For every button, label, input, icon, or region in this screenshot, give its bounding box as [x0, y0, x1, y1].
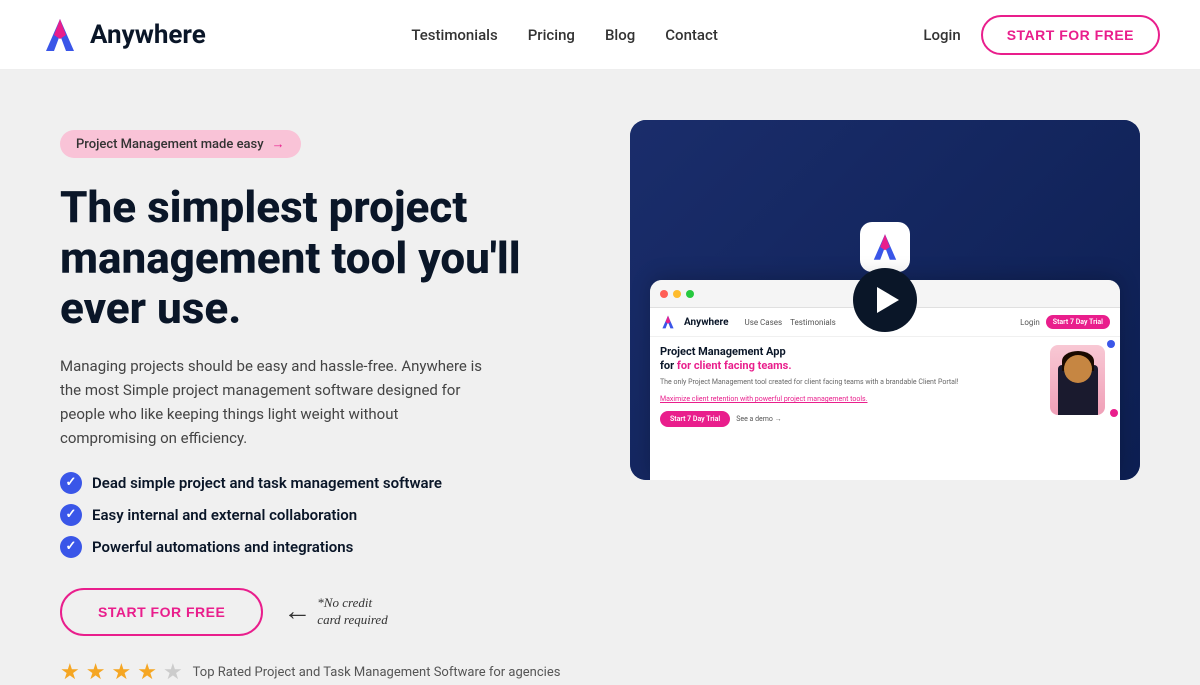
screenshot-logo-icon	[660, 314, 676, 330]
play-button[interactable]	[853, 268, 917, 332]
check-icon-1	[60, 472, 82, 494]
screenshot-content-left: Project Management App for for client fa…	[660, 345, 1040, 427]
badge-arrow: →	[272, 136, 285, 152]
features-list: Dead simple project and task management …	[60, 472, 570, 558]
header-right: Login START FOR FREE	[923, 15, 1160, 55]
badge-text: Project Management made easy	[76, 137, 264, 152]
nav-testimonials[interactable]: Testimonials	[411, 26, 497, 44]
screenshot-login: Login	[1020, 318, 1040, 327]
check-icon-3	[60, 536, 82, 558]
cta-row: START FOR FREE ← *No credit card require…	[60, 588, 570, 636]
stars-row: ★ ★ ★ ★ ★ Top Rated Project and Task Man…	[60, 660, 570, 685]
no-credit-note: ← *No credit card required	[283, 595, 387, 629]
deco-dot-pink	[1110, 409, 1118, 417]
hero-title: The simplest project management tool you…	[60, 182, 570, 334]
screenshot-person	[1050, 345, 1110, 427]
login-link[interactable]: Login	[923, 26, 960, 44]
video-preview[interactable]: INTRODUCING ANYWHERE Anywhere	[630, 120, 1140, 480]
video-background: INTRODUCING ANYWHERE Anywhere	[630, 120, 1140, 480]
hero-left: Project Management made easy → The simpl…	[60, 120, 570, 685]
logo-icon	[40, 15, 80, 55]
screenshot-title: Project Management App for for client fa…	[660, 345, 1040, 374]
deco-dot-blue	[1107, 340, 1115, 348]
hero-description: Managing projects should be easy and has…	[60, 354, 490, 450]
main-nav: Testimonials Pricing Blog Contact	[411, 26, 718, 44]
feature-label-1: Dead simple project and task management …	[92, 474, 442, 492]
feature-label-3: Powerful automations and integrations	[92, 538, 353, 556]
main-cta-button[interactable]: START FOR FREE	[60, 588, 263, 636]
window-dot-yellow	[673, 290, 681, 298]
screenshot-demo-link[interactable]: See a demo →	[736, 415, 781, 423]
person-avatar	[1050, 345, 1105, 415]
star-5: ★	[163, 660, 183, 685]
curved-arrow-icon: ←	[283, 596, 311, 628]
main-content: Project Management made easy → The simpl…	[0, 70, 1200, 630]
feature-item-2: Easy internal and external collaboration	[60, 504, 570, 526]
screenshot-cta-row: Start 7 Day Trial See a demo →	[660, 411, 1040, 427]
video-logo	[860, 222, 910, 272]
screenshot-nav-links: Use Cases Testimonials	[745, 318, 836, 327]
nav-pricing[interactable]: Pricing	[528, 26, 575, 44]
star-2: ★	[86, 660, 106, 685]
logo-text: Anywhere	[90, 20, 206, 50]
person-head	[1064, 355, 1092, 383]
star-1: ★	[60, 660, 80, 685]
screenshot-body: Project Management App for for client fa…	[650, 337, 1120, 435]
window-dot-green	[686, 290, 694, 298]
no-credit-text: *No credit card required	[317, 595, 387, 629]
screenshot-desc: The only Project Management tool created…	[660, 378, 1040, 388]
feature-item-1: Dead simple project and task management …	[60, 472, 570, 494]
nav-contact[interactable]: Contact	[665, 26, 718, 44]
screenshot-cta-btn[interactable]: Start 7 Day Trial	[660, 411, 730, 427]
site-header: Anywhere Testimonials Pricing Blog Conta…	[0, 0, 1200, 70]
nav-blog[interactable]: Blog	[605, 26, 635, 44]
feature-label-2: Easy internal and external collaboration	[92, 506, 357, 524]
stars-label: Top Rated Project and Task Management So…	[193, 665, 561, 680]
check-icon-2	[60, 504, 82, 526]
hero-badge[interactable]: Project Management made easy →	[60, 130, 301, 158]
logo-area: Anywhere	[40, 15, 206, 55]
window-dot-red	[660, 290, 668, 298]
screenshot-trial-btn: Start 7 Day Trial	[1046, 315, 1110, 329]
header-cta-button[interactable]: START FOR FREE	[981, 15, 1160, 55]
video-logo-icon	[869, 231, 901, 263]
feature-item-3: Powerful automations and integrations	[60, 536, 570, 558]
screenshot-link[interactable]: Maximize client retention with powerful …	[660, 395, 1040, 403]
screenshot-brand: Anywhere	[684, 317, 729, 328]
star-3: ★	[111, 660, 131, 685]
star-4: ★	[137, 660, 157, 685]
screenshot-nav-right: Login Start 7 Day Trial	[1020, 315, 1110, 329]
